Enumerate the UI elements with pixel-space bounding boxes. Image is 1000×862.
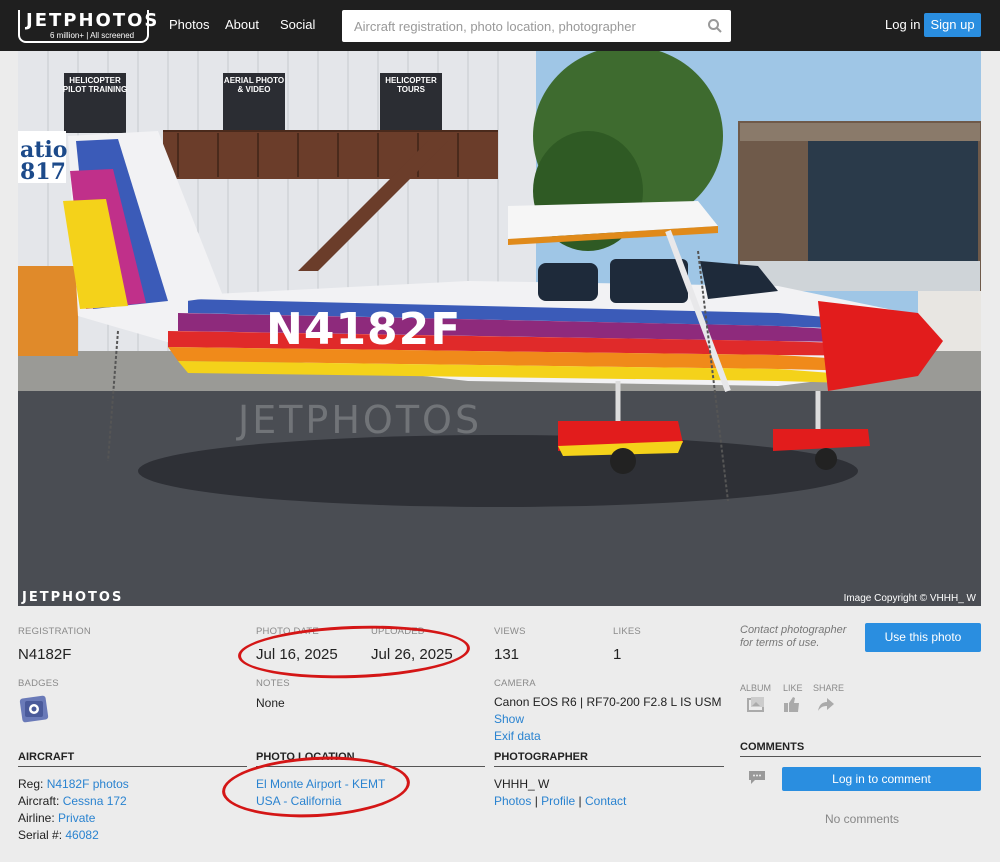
photo-footer-logo: JETPHOTOS xyxy=(22,590,124,605)
camera-value: Canon EOS R6 | RF70-200 F2.8 L IS USM xyxy=(494,695,722,709)
photo-date-value: Jul 16, 2025 xyxy=(256,646,338,663)
registration-label: REGISTRATION xyxy=(18,626,91,637)
aircraft-reg-row: Reg: N4182F photos xyxy=(18,776,129,793)
aircraft-photo[interactable]: HELICOPTER PILOT TRAINING AERIAL PHOTO & V… xyxy=(18,51,981,606)
album-label: ALBUM xyxy=(740,683,772,693)
aircraft-type-link[interactable]: Cessna 172 xyxy=(63,794,127,808)
badge-icon[interactable] xyxy=(18,694,50,724)
location-region-link[interactable]: USA - California xyxy=(256,794,341,808)
nav-social[interactable]: Social xyxy=(280,17,315,32)
serial-row: Serial #: 46082 xyxy=(18,827,99,844)
aircraft-type-row: Aircraft: Cessna 172 xyxy=(18,793,127,810)
thumbs-up-icon[interactable] xyxy=(783,696,801,713)
contact-photographer-note: Contact photographer for terms of use. xyxy=(740,624,847,649)
use-this-photo-button[interactable]: Use this photo xyxy=(865,623,981,652)
location-airport-row: El Monte Airport - KEMT xyxy=(256,776,385,793)
badges-label: BADGES xyxy=(18,678,59,689)
views-label: VIEWS xyxy=(494,626,526,637)
reg-label: Reg: xyxy=(18,777,44,791)
photographer-links: Photos | Profile | Contact xyxy=(494,793,626,810)
photo-date-label: PHOTO DATE xyxy=(256,626,319,637)
login-link[interactable]: Log in xyxy=(885,17,920,32)
show-exif-link[interactable]: Show xyxy=(494,712,524,726)
location-airport-link[interactable]: El Monte Airport - KEMT xyxy=(256,777,385,791)
serial-label: Serial #: xyxy=(18,828,63,842)
likes-value: 1 xyxy=(613,646,622,663)
reg-photos-link[interactable]: N4182F photos xyxy=(47,777,129,791)
photo-watermark: JETPHOTOS xyxy=(236,398,482,442)
photographer-photos-link[interactable]: Photos xyxy=(494,794,531,808)
photographer-name: VHHH_ W xyxy=(494,777,550,791)
search-box xyxy=(342,10,731,42)
comments-title: COMMENTS xyxy=(740,741,981,757)
aircraft-photo-illustration: HELICOPTER PILOT TRAINING AERIAL PHOTO & V… xyxy=(18,51,981,606)
uploaded-label: UPLOADED xyxy=(371,626,425,637)
separator: | xyxy=(534,794,538,808)
svg-text:817: 817 xyxy=(20,159,66,185)
photographer-contact-link[interactable]: Contact xyxy=(585,794,626,808)
nav-photos[interactable]: Photos xyxy=(169,17,209,32)
photographer-profile-link[interactable]: Profile xyxy=(541,794,575,808)
uploaded-value: Jul 26, 2025 xyxy=(371,646,453,663)
jetphotos-logo[interactable]: JETPHOTOS 6 million+ | All screened xyxy=(18,10,157,43)
aircraft-type-label: Aircraft: xyxy=(18,794,60,808)
search-input[interactable] xyxy=(342,10,702,42)
registration-value: N4182F xyxy=(18,646,72,663)
views-value: 131 xyxy=(494,646,520,663)
logo-subtitle: 6 million+ | All screened xyxy=(50,31,135,40)
photographer-title: PHOTOGRAPHER xyxy=(494,751,724,767)
notes-label: NOTES xyxy=(256,678,290,689)
likes-label: LIKES xyxy=(613,626,641,637)
serial-link[interactable]: 46082 xyxy=(65,828,98,842)
nav-about[interactable]: About xyxy=(225,17,259,32)
search-icon[interactable] xyxy=(707,18,723,34)
notes-value: None xyxy=(256,696,285,710)
login-to-comment-button[interactable]: Log in to comment xyxy=(782,767,981,791)
share-icon[interactable] xyxy=(817,697,835,712)
share-label: SHARE xyxy=(813,683,845,693)
airline-label: Airline: xyxy=(18,811,55,825)
album-icon[interactable] xyxy=(747,696,765,712)
like-label: LIKE xyxy=(783,683,803,693)
top-navigation-bar: JETPHOTOS 6 million+ | All screened Phot… xyxy=(0,0,1000,51)
camera-info: Canon EOS R6 | RF70-200 F2.8 L IS USM Sh… xyxy=(494,694,729,745)
comment-icon xyxy=(749,771,765,784)
location-region-row: USA - California xyxy=(256,793,341,810)
separator: | xyxy=(578,794,582,808)
logo-text: JETPHOTOS xyxy=(26,10,160,31)
airline-row: Airline: Private xyxy=(18,810,95,827)
photo-copyright: Image Copyright © VHHH_ W xyxy=(843,593,976,604)
airline-link[interactable]: Private xyxy=(58,811,95,825)
sign-helicopter-training: HELICOPTER PILOT TRAINING xyxy=(63,76,127,94)
signup-button[interactable]: Sign up xyxy=(924,13,981,37)
no-comments-text: No comments xyxy=(825,812,900,826)
aircraft-registration-marking: N4182F xyxy=(266,304,461,355)
aircraft-section-title: AIRCRAFT xyxy=(18,751,247,767)
exif-data-link[interactable]: Exif data xyxy=(494,729,541,743)
camera-label: CAMERA xyxy=(494,678,536,689)
photo-location-title: PHOTO LOCATION xyxy=(256,751,485,767)
